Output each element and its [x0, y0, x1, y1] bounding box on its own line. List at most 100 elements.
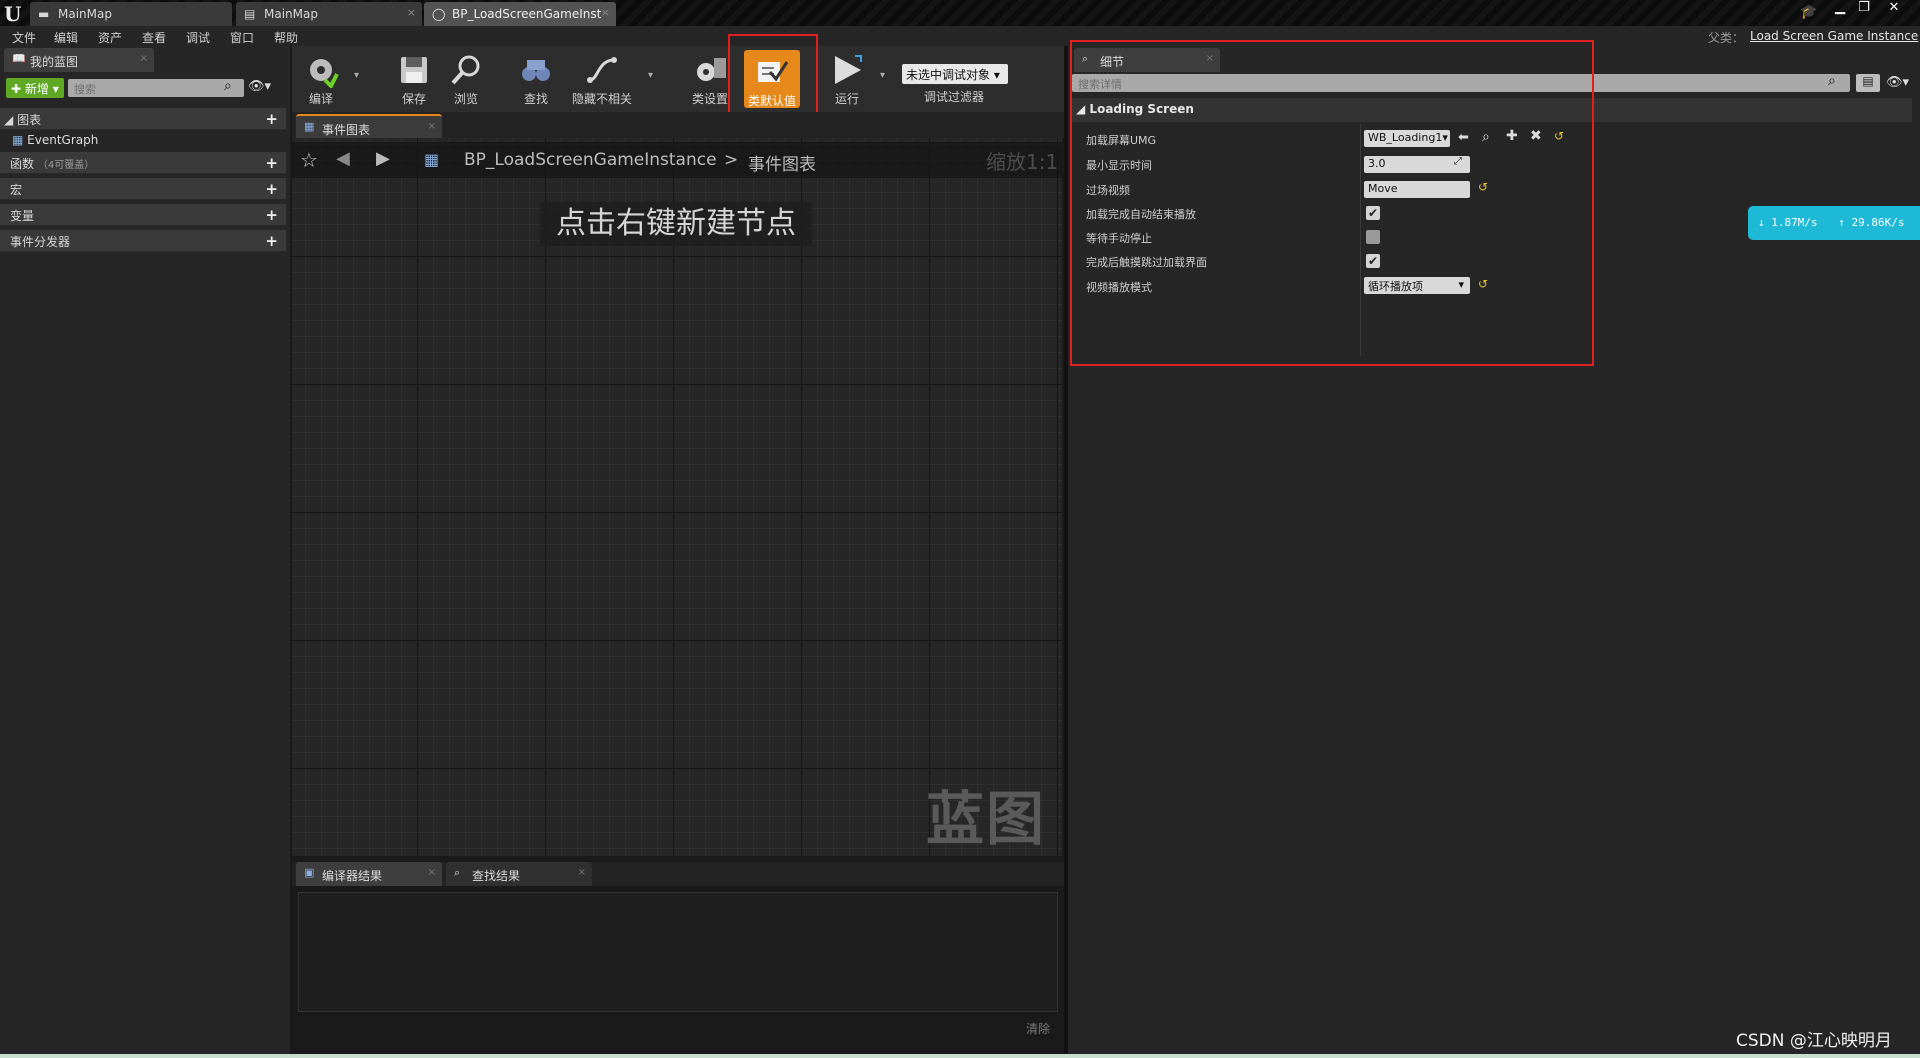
section-variables-label: 变量	[10, 209, 35, 223]
bottom-status-strip	[0, 1054, 1920, 1058]
restore-icon[interactable]: ❐	[1854, 1, 1874, 15]
right-click-hint: 点击右键新建节点	[540, 202, 812, 246]
back-arrow-icon[interactable]: ◀	[336, 148, 350, 169]
chevron-down-icon: ▾	[993, 68, 1000, 82]
doc-tab-label: MainMap	[264, 7, 318, 21]
menu-file[interactable]: 文件	[12, 29, 36, 46]
close-icon[interactable]: ×	[578, 867, 586, 878]
minimize-icon[interactable]: ▁	[1830, 1, 1850, 15]
add-new-label: 新增	[24, 82, 49, 96]
event-graph-tab[interactable]: ▦ 事件图表 ×	[296, 114, 442, 138]
graduation-cap-icon[interactable]: 🎓	[1800, 4, 1817, 20]
my-blueprint-title: 我的蓝图	[30, 55, 79, 69]
parent-class-label: 父类：	[1708, 31, 1745, 45]
save-disk-icon	[401, 57, 427, 83]
search-placeholder: 搜索	[74, 83, 96, 96]
menu-help[interactable]: 帮助	[274, 29, 298, 46]
browse-label: 浏览	[453, 92, 478, 106]
breadcrumb-blueprint[interactable]: BP_LoadScreenGameInstance	[464, 150, 717, 170]
run-button[interactable]: 运行	[822, 46, 872, 112]
network-speed-badge: ↓ 1.87M/s ↑ 29.86K/s	[1748, 206, 1920, 240]
find-button[interactable]: 查找	[512, 46, 560, 112]
my-blueprint-tab[interactable]: 📖 我的蓝图 ×	[4, 48, 154, 72]
search-icon[interactable]: ⌕	[1828, 73, 1836, 89]
debug-object-value: 未选中调试对象	[906, 68, 991, 82]
menu-asset[interactable]: 资产	[98, 29, 122, 46]
class-defaults-highlight-box	[728, 34, 818, 121]
hide-unrelated-button[interactable]: 隐藏不相关	[568, 46, 636, 112]
close-icon[interactable]: ×	[407, 6, 416, 19]
property-matrix-icon[interactable]: ▤	[1856, 74, 1880, 92]
details-highlight-box	[1070, 40, 1594, 366]
event-graph-label: EventGraph	[27, 133, 99, 147]
level-icon: ▤	[244, 7, 256, 21]
menu-view[interactable]: 查看	[142, 29, 166, 46]
unreal-logo-icon: U	[4, 2, 22, 26]
doc-tab-label: MainMap	[58, 7, 112, 21]
menu-bar: 文件 编辑 资产 查看 调试 窗口 帮助 父类： Load Screen Gam…	[0, 26, 1920, 46]
compile-label: 编译	[308, 92, 333, 106]
close-window-icon[interactable]: ✕	[1884, 1, 1904, 15]
csdn-watermark: CSDN @江心映明月	[1736, 1031, 1892, 1051]
add-macro-icon[interactable]: +	[265, 180, 278, 198]
compiler-results-icon: ▣	[304, 866, 315, 879]
book-icon: 📖	[12, 52, 26, 65]
doc-tab-mainmap-2[interactable]: ▤ MainMap ×	[236, 2, 422, 26]
parent-class-link[interactable]: Load Screen Game Instance	[1750, 29, 1918, 43]
plus-icon: ✚	[11, 82, 22, 96]
find-binoculars-icon	[522, 60, 550, 81]
compiler-results-tab[interactable]: ▣ 编译器结果 ×	[296, 862, 442, 886]
graph-header-bar: ☆ ◀ ▶ ▦ BP_LoadScreenGameInstance > 事件图表	[292, 142, 1062, 178]
add-dispatcher-icon[interactable]: +	[265, 232, 278, 250]
compiler-results-area	[298, 892, 1058, 1012]
event-graph-tab-label: 事件图表	[322, 123, 371, 137]
doc-tab-mainmap-1[interactable]: ▬ MainMap	[30, 2, 232, 26]
find-results-label: 查找结果	[472, 869, 521, 883]
zoom-level: 缩放1:1	[986, 150, 1059, 174]
hide-dropdown-icon[interactable]: ▾	[648, 70, 653, 81]
doc-tab-bp-loadscreen[interactable]: ◯ BP_LoadScreenGameInst ×	[424, 2, 616, 26]
breadcrumb-separator: >	[724, 150, 739, 170]
my-blueprint-panel: 📖 我的蓝图 × ✚ 新增 ▾ 搜索 ⌕ 👁▾ ◢ 图表 + ▦ EventGr…	[0, 46, 290, 1054]
functions-override-note: （4可覆盖）	[37, 160, 95, 171]
breadcrumb-graph[interactable]: 事件图表	[748, 150, 816, 175]
my-blueprint-search-input[interactable]: 搜索	[68, 79, 244, 97]
doc-tab-label: BP_LoadScreenGameInst	[452, 7, 602, 21]
menu-window[interactable]: 窗口	[230, 29, 254, 46]
search-icon[interactable]: ⌕	[224, 78, 232, 94]
clear-button[interactable]: 清除	[1026, 1020, 1050, 1037]
eye-icon[interactable]: 👁▾	[1886, 75, 1909, 90]
collapse-arrow-icon: ◢	[4, 113, 14, 127]
section-dispatchers[interactable]: 事件分发器 +	[0, 230, 286, 252]
add-function-icon[interactable]: +	[265, 154, 278, 172]
eye-icon[interactable]: 👁▾	[248, 79, 271, 94]
debug-filter-label: 调试过滤器	[924, 90, 985, 104]
compile-dropdown-icon[interactable]: ▾	[354, 70, 359, 81]
magnifier-icon	[451, 55, 480, 85]
section-macros[interactable]: 宏 +	[0, 178, 286, 200]
favorite-star-icon[interactable]: ☆	[300, 148, 318, 172]
menu-debug[interactable]: 调试	[186, 29, 210, 46]
find-label: 查找	[523, 92, 548, 106]
add-new-button[interactable]: ✚ 新增 ▾	[6, 78, 64, 98]
close-icon[interactable]: ×	[428, 867, 436, 878]
section-variables[interactable]: 变量 +	[0, 204, 286, 226]
compile-button[interactable]: 编译	[296, 46, 346, 112]
section-graphs[interactable]: ◢ 图表 +	[0, 108, 286, 130]
results-tab-bar: ▣ 编译器结果 × ⌕ 查找结果 ×	[292, 862, 1064, 886]
close-icon[interactable]: ×	[140, 53, 148, 64]
debug-object-select[interactable]: 未选中调试对象 ▾	[902, 64, 1008, 84]
menu-edit[interactable]: 编辑	[54, 29, 78, 46]
find-results-tab[interactable]: ⌕ 查找结果 ×	[446, 862, 592, 886]
section-graphs-label: 图表	[17, 113, 42, 127]
add-graph-icon[interactable]: +	[265, 110, 278, 128]
browse-button[interactable]: 浏览	[444, 46, 488, 112]
save-button[interactable]: 保存	[392, 46, 436, 112]
close-icon[interactable]: ×	[428, 121, 436, 132]
event-graph-item[interactable]: ▦ EventGraph	[12, 133, 282, 153]
add-variable-icon[interactable]: +	[265, 206, 278, 224]
forward-arrow-icon[interactable]: ▶	[376, 148, 390, 169]
section-functions[interactable]: 函数 （4可覆盖） +	[0, 152, 286, 174]
run-dropdown-icon[interactable]: ▾	[880, 70, 885, 81]
close-icon[interactable]: ×	[601, 6, 610, 19]
